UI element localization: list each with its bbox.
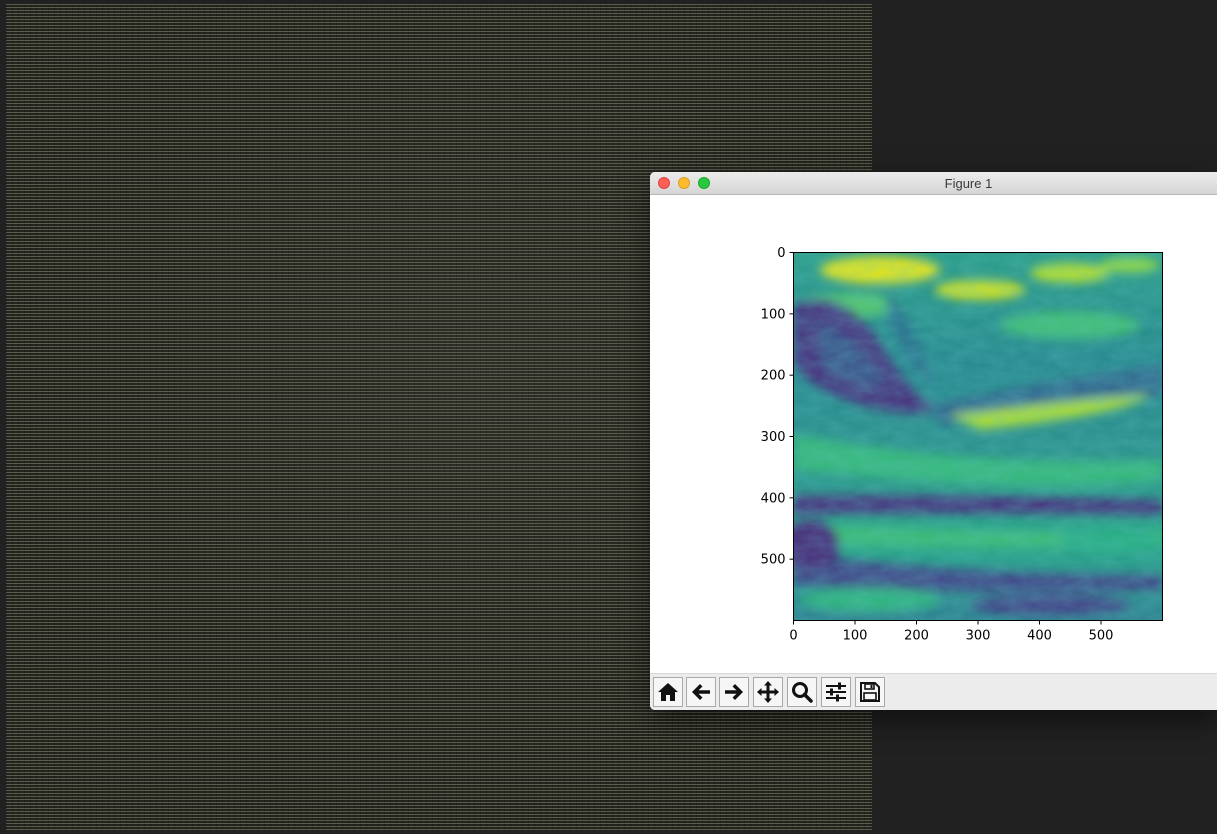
- x-axis: 0 100 200 300 400 500: [789, 620, 1114, 644]
- x-tick-label: 0: [789, 629, 797, 644]
- figure-window[interactable]: Figure 1 0 100 200 300 400 500 0 100 200…: [650, 172, 1217, 710]
- pan-button[interactable]: [753, 677, 783, 707]
- forward-button[interactable]: [719, 677, 749, 707]
- floppy-disk-icon: [860, 682, 880, 702]
- window-title: Figure 1: [944, 176, 993, 191]
- move-icon: [757, 681, 779, 703]
- back-button[interactable]: [686, 677, 716, 707]
- x-tick-label: 500: [1089, 629, 1114, 644]
- navigation-toolbar: [650, 673, 1217, 710]
- magnifier-icon: [792, 682, 813, 703]
- y-tick-label: 300: [761, 430, 786, 445]
- configure-subplots-button[interactable]: [821, 677, 851, 707]
- figure-canvas[interactable]: 0 100 200 300 400 500 0 100 200 300 400 500: [650, 195, 1217, 673]
- y-axis: 0 100 200 300 400 500: [761, 246, 794, 568]
- home-icon: [658, 683, 678, 701]
- x-tick-label: 400: [1027, 629, 1052, 644]
- plot-svg: 0 100 200 300 400 500 0 100 200 300 400 500: [761, 246, 1163, 644]
- x-tick-label: 300: [966, 629, 991, 644]
- y-tick-label: 200: [761, 369, 786, 384]
- zoom-button[interactable]: [787, 677, 817, 707]
- arrow-left-icon: [692, 684, 710, 700]
- y-tick-label: 400: [761, 491, 786, 506]
- y-tick-label: 500: [761, 553, 786, 568]
- image-display: [793, 252, 1163, 621]
- y-tick-label: 0: [777, 246, 785, 261]
- y-tick-label: 100: [761, 307, 786, 322]
- x-tick-label: 100: [843, 629, 868, 644]
- sliders-icon: [826, 682, 846, 702]
- x-tick-label: 200: [904, 629, 929, 644]
- home-button[interactable]: [653, 677, 683, 707]
- window-titlebar[interactable]: Figure 1: [650, 172, 1217, 195]
- arrow-right-icon: [725, 684, 743, 700]
- save-button[interactable]: [855, 677, 885, 707]
